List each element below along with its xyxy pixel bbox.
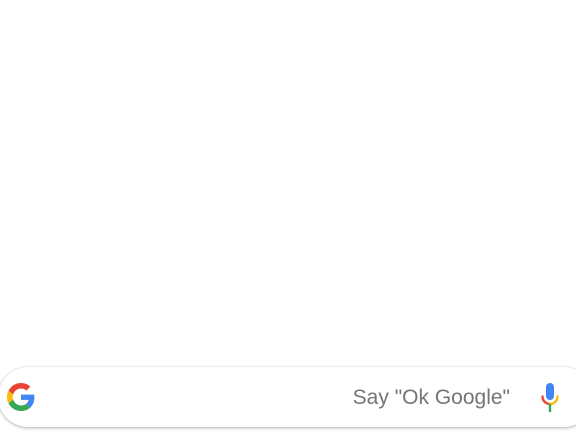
google-g-icon[interactable] (7, 383, 35, 411)
search-hint-text: Say "Ok Google" (352, 386, 510, 409)
home-screen: Say "Ok Google" (0, 0, 576, 432)
microphone-icon[interactable] (540, 383, 560, 413)
